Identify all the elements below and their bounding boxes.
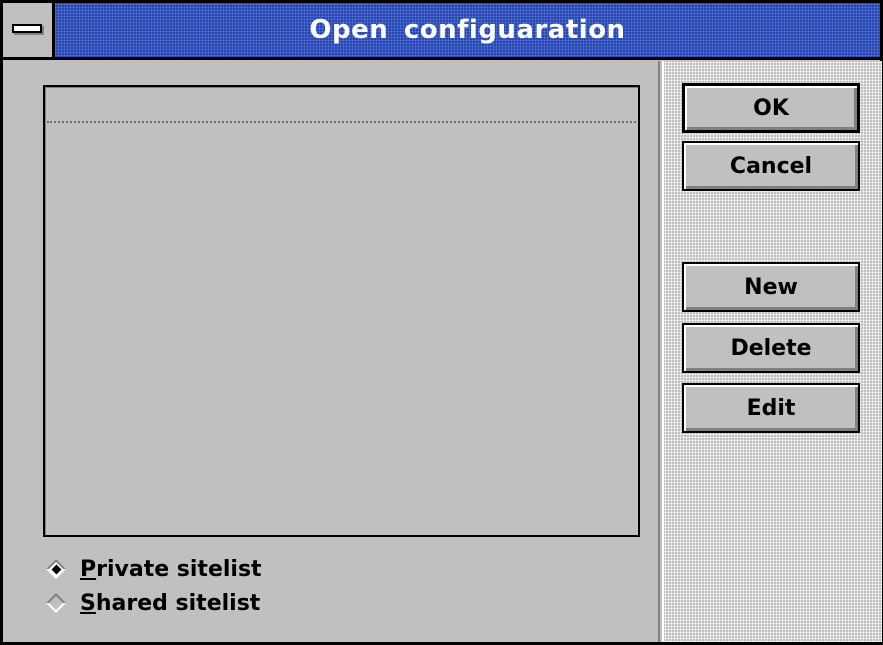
mnemonic-p: P bbox=[80, 556, 97, 582]
shared-sitelist-text: hared sitelist bbox=[95, 590, 261, 616]
private-sitelist-option[interactable]: Private sitelist bbox=[46, 553, 262, 585]
mnemonic-s: S bbox=[80, 590, 96, 616]
private-sitelist-label: Private sitelist bbox=[80, 557, 262, 582]
new-button[interactable]: New bbox=[682, 262, 860, 312]
title-bar[interactable]: Open configuaration bbox=[3, 3, 880, 60]
left-panel: Private sitelist Shared sitelist bbox=[6, 61, 660, 642]
dialog-window: Open configuaration Private sitelist Sha… bbox=[0, 0, 883, 645]
cancel-button[interactable]: Cancel bbox=[682, 141, 860, 191]
radio-diamond-icon[interactable] bbox=[46, 593, 66, 613]
system-menu-icon bbox=[12, 24, 42, 33]
configuration-listbox[interactable] bbox=[43, 85, 640, 537]
radio-diamond-frame bbox=[46, 593, 66, 613]
shared-sitelist-label: Shared sitelist bbox=[80, 591, 260, 616]
system-menu-button[interactable] bbox=[3, 3, 55, 57]
private-sitelist-text: rivate sitelist bbox=[96, 556, 262, 582]
ok-button[interactable]: OK bbox=[682, 83, 860, 133]
radio-diamond-icon[interactable] bbox=[46, 559, 66, 579]
button-panel: OK Cancel New Delete Edit bbox=[662, 61, 882, 642]
shared-sitelist-option[interactable]: Shared sitelist bbox=[46, 587, 260, 619]
list-focus-row[interactable] bbox=[47, 89, 636, 123]
edit-button[interactable]: Edit bbox=[682, 383, 860, 433]
window-title: Open configuaration bbox=[309, 15, 626, 45]
delete-button[interactable]: Delete bbox=[682, 323, 860, 373]
